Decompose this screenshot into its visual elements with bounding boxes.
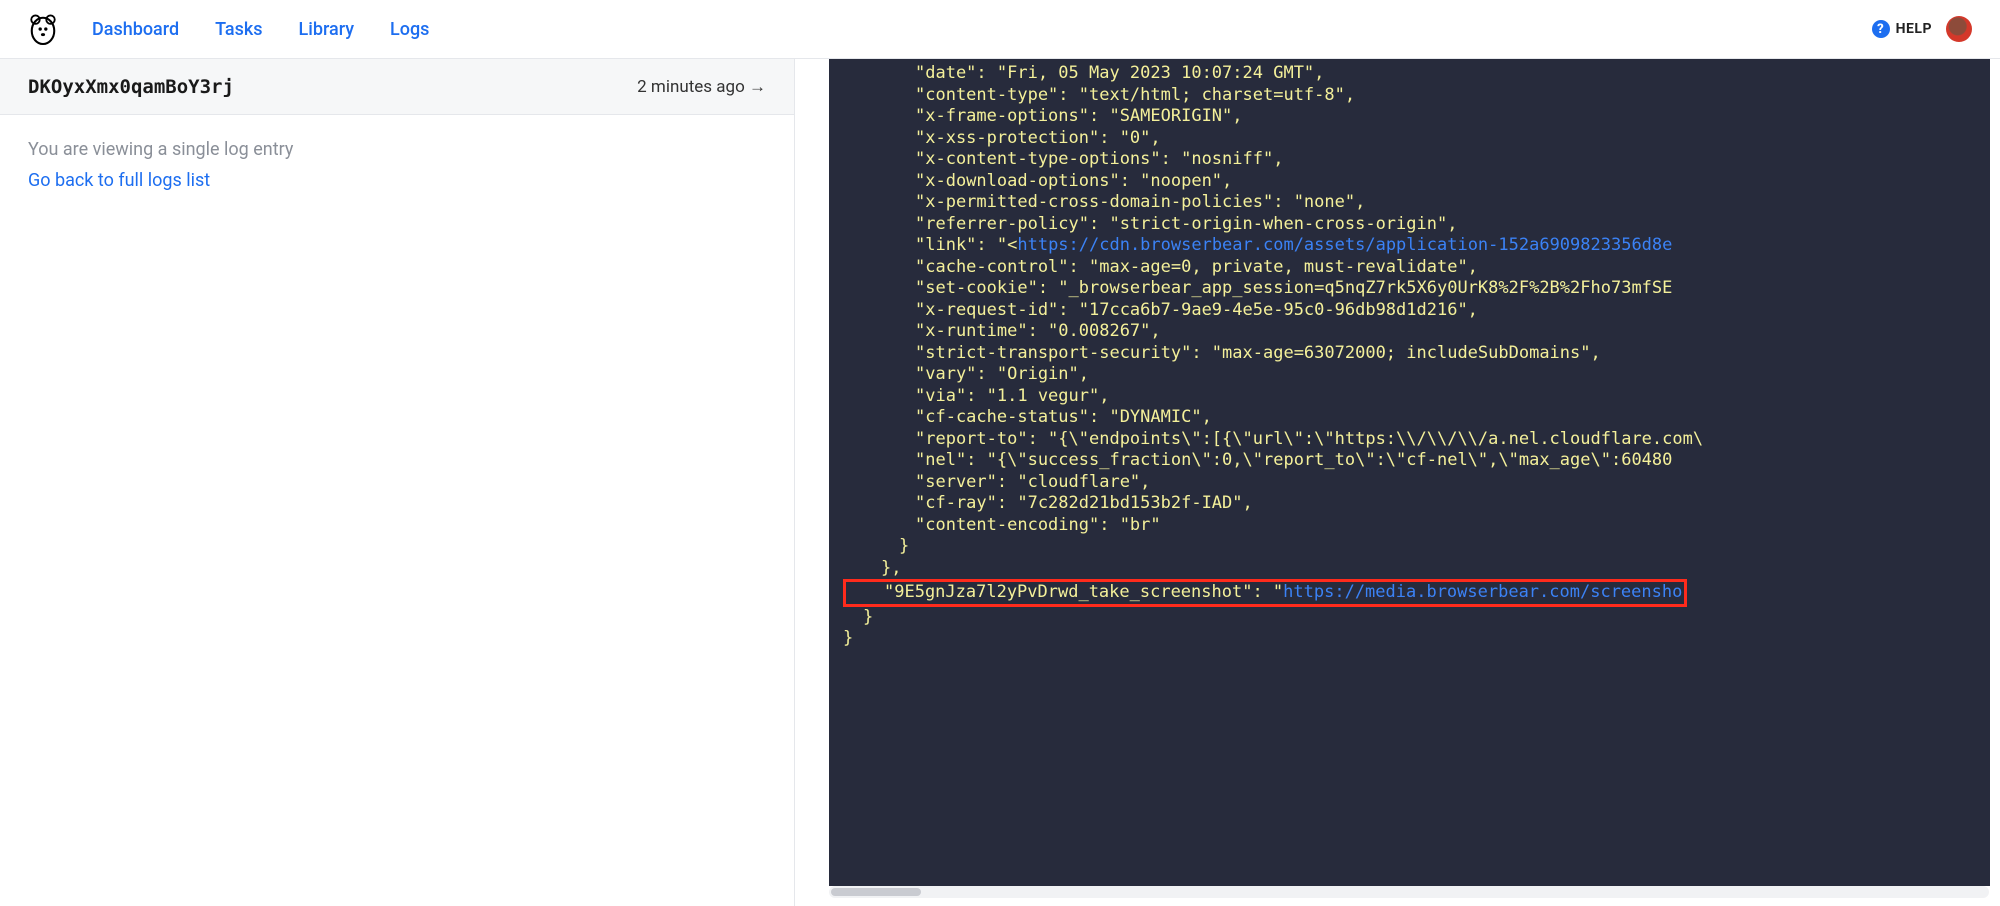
code-line: "x-runtime": "0.008267", — [843, 321, 1161, 341]
code-line: "content-type": "text/html; charset=utf-… — [843, 85, 1355, 105]
code-line: "x-request-id": "17cca6b7-9ae9-4e5e-95c0… — [843, 300, 1478, 320]
scrollbar-thumb[interactable] — [831, 888, 921, 896]
nav-library[interactable]: Library — [299, 19, 355, 40]
app-logo-icon[interactable] — [28, 12, 58, 46]
help-button[interactable]: ? HELP — [1872, 20, 1932, 38]
header-left: Dashboard Tasks Library Logs — [28, 12, 429, 46]
nav-tasks[interactable]: Tasks — [215, 19, 262, 40]
right-panel: "date": "Fri, 05 May 2023 10:07:24 GMT",… — [795, 59, 2000, 906]
code-line: "vary": "Origin", — [843, 364, 1089, 384]
code-line: "x-download-options": "noopen", — [843, 171, 1232, 191]
back-to-logs-link[interactable]: Go back to full logs list — [28, 170, 210, 191]
code-line: "cf-ray": "7c282d21bd153b2f-IAD", — [843, 493, 1253, 513]
code-line: "nel": "{\"success_fraction\":0,\"report… — [843, 450, 1672, 470]
left-panel: DKOyxXmx0qamBoY3rj 2 minutes ago → You a… — [0, 59, 795, 906]
code-line: "x-frame-options": "SAMEORIGIN", — [843, 106, 1243, 126]
code-line: "cache-control": "max-age=0, private, mu… — [843, 257, 1478, 277]
code-line: "strict-transport-security": "max-age=63… — [843, 343, 1601, 363]
code-line: } — [843, 536, 909, 556]
single-entry-hint: You are viewing a single log entry — [28, 139, 766, 160]
log-entry-bar: DKOyxXmx0qamBoY3rj 2 minutes ago → — [0, 59, 794, 115]
code-line: "link": "<https://cdn.browserbear.com/as… — [843, 235, 1672, 255]
help-icon: ? — [1872, 20, 1890, 38]
code-line: "x-permitted-cross-domain-policies": "no… — [843, 192, 1365, 212]
header-right: ? HELP — [1872, 16, 1972, 42]
code-line: "referrer-policy": "strict-origin-when-c… — [843, 214, 1457, 234]
code-line: "x-content-type-options": "nosniff", — [843, 149, 1283, 169]
log-entry-time[interactable]: 2 minutes ago → — [637, 77, 766, 97]
code-line: "content-encoding": "br" — [843, 515, 1161, 535]
main: DKOyxXmx0qamBoY3rj 2 minutes ago → You a… — [0, 59, 2000, 906]
code-line: "date": "Fri, 05 May 2023 10:07:24 GMT", — [843, 63, 1324, 83]
code-wrap: "date": "Fri, 05 May 2023 10:07:24 GMT",… — [829, 59, 1990, 886]
highlighted-line: "9E5gnJza7l2yPvDrwd_take_screenshot": "h… — [843, 579, 1687, 607]
nav-dashboard[interactable]: Dashboard — [92, 19, 179, 40]
code-line: }, — [843, 558, 901, 578]
code-line: } — [843, 607, 873, 627]
main-nav: Dashboard Tasks Library Logs — [92, 19, 429, 40]
code-line: "x-xss-protection": "0", — [843, 128, 1161, 148]
log-entry-id: DKOyxXmx0qamBoY3rj — [28, 76, 234, 98]
code-link[interactable]: https://media.browserbear.com/screensho — [1283, 582, 1682, 602]
app-header: Dashboard Tasks Library Logs ? HELP — [0, 0, 2000, 59]
code-link[interactable]: https://cdn.browserbear.com/assets/appli… — [1017, 235, 1672, 255]
code-line: "report-to": "{\"endpoints\":[{\"url\":\… — [843, 429, 1703, 449]
code-line: "via": "1.1 vegur", — [843, 386, 1109, 406]
code-line: "server": "cloudflare", — [843, 472, 1150, 492]
code-panel[interactable]: "date": "Fri, 05 May 2023 10:07:24 GMT",… — [829, 59, 1990, 886]
code-line: "cf-cache-status": "DYNAMIC", — [843, 407, 1212, 427]
code-line: "set-cookie": "_browserbear_app_session=… — [843, 278, 1672, 298]
nav-logs[interactable]: Logs — [390, 19, 429, 40]
code-line: } — [843, 628, 853, 648]
horizontal-scrollbar[interactable] — [829, 886, 1989, 898]
help-label: HELP — [1896, 21, 1932, 37]
left-body: You are viewing a single log entry Go ba… — [0, 115, 794, 215]
avatar[interactable] — [1946, 16, 1972, 42]
